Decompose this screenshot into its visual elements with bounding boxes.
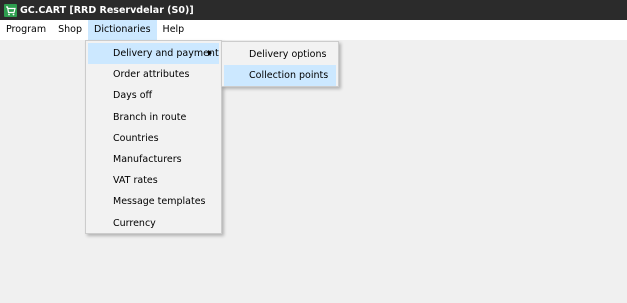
submenu-arrow-icon	[208, 50, 212, 56]
menu-item-countries[interactable]: Countries	[86, 128, 221, 149]
menu-item-vat-rates[interactable]: VAT rates	[86, 170, 221, 191]
menu-item-delivery-options[interactable]: Delivery options	[222, 44, 338, 65]
menu-program[interactable]: Program	[0, 20, 52, 40]
cart-icon	[4, 3, 17, 17]
menu-item-currency[interactable]: Currency	[86, 213, 221, 234]
window-title: GC.CART [RRD Reservdelar (S0)]	[20, 4, 194, 16]
menu-item-order-attributes[interactable]: Order attributes	[86, 64, 221, 85]
menu-item-message-templates[interactable]: Message templates	[86, 191, 221, 212]
menu-item-days-off[interactable]: Days off	[86, 85, 221, 106]
menu-item-label: Delivery and payment	[113, 48, 219, 59]
dictionaries-dropdown: Delivery and payment Order attributes Da…	[85, 40, 222, 234]
menu-shop[interactable]: Shop	[52, 20, 88, 40]
window-titlebar: GC.CART [RRD Reservdelar (S0)]	[0, 0, 627, 20]
menu-help[interactable]: Help	[157, 20, 191, 40]
menu-dictionaries[interactable]: Dictionaries	[88, 20, 157, 40]
delivery-submenu: Delivery options Collection points	[221, 41, 339, 87]
menu-item-delivery-and-payment[interactable]: Delivery and payment	[88, 43, 219, 65]
menu-bar: Program Shop Dictionaries Help	[0, 20, 627, 40]
menu-item-branch-in-route[interactable]: Branch in route	[86, 107, 221, 128]
menu-item-collection-points[interactable]: Collection points	[224, 65, 336, 86]
menu-item-manufacturers[interactable]: Manufacturers	[86, 149, 221, 170]
